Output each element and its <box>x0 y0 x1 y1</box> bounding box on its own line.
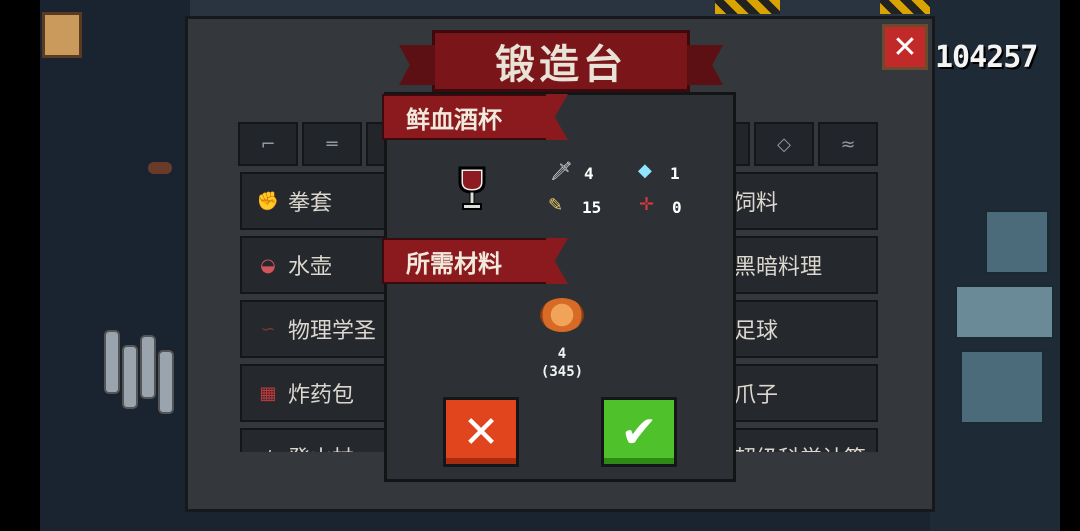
forge-title-banner: 锻造台 <box>432 30 690 92</box>
close-icon: ✕ <box>462 406 500 458</box>
hazard-stripe <box>715 0 780 14</box>
list-item-label: 水壶 <box>288 255 333 280</box>
dynamite-icon: ▦ <box>259 382 277 404</box>
meat-icon <box>540 298 584 332</box>
crit-value: 15 <box>582 198 602 217</box>
lab-machine <box>985 210 1049 274</box>
crit-feather-icon: ✎ <box>548 195 564 216</box>
gas-tank <box>104 330 120 394</box>
list-item-label: 爪子 <box>734 383 779 408</box>
list-item-label: 超级科学计算 <box>734 441 866 452</box>
rifle-icon: ═ <box>326 133 338 155</box>
energy-value: 1 <box>670 164 680 183</box>
list-item[interactable]: ✊ 拳套 <box>240 172 388 230</box>
list-item[interactable]: 爪子 <box>732 364 878 422</box>
list-item[interactable]: /登山杖 <box>240 428 388 452</box>
list-item[interactable]: ∽ 物理学圣 <box>240 300 388 358</box>
tab-fish[interactable]: ≈ <box>818 122 878 166</box>
wall-poster <box>42 12 82 58</box>
kettle-icon: ◒ <box>260 254 276 276</box>
crowbar-icon: ∽ <box>260 318 276 340</box>
lab-machine <box>955 285 1054 339</box>
list-item-label: 拳套 <box>288 191 333 216</box>
blood-goblet-icon <box>452 164 492 214</box>
forge-title: 锻造台 <box>495 42 627 88</box>
letterbox-left <box>0 0 40 531</box>
list-item[interactable]: 饲料 <box>732 172 878 230</box>
craft-popup <box>384 92 736 482</box>
tab-star[interactable]: ◇ <box>754 122 814 166</box>
score-counter: 104257 <box>935 40 1038 75</box>
material-count: 4 (345) <box>520 345 604 381</box>
gas-tank <box>140 335 156 399</box>
damage-value: 4 <box>584 164 594 183</box>
tab-rifle[interactable]: ═ <box>302 122 362 166</box>
gas-tank <box>158 350 174 414</box>
star-target-icon: ◇ <box>777 133 791 155</box>
list-item[interactable]: 超级科学计算 <box>732 428 878 452</box>
cancel-button[interactable]: ✕ <box>443 397 519 467</box>
game-scene: 104257 锻造台 ✕ ⌐ ═ ≡ – ◇ ≈ ✊拳套 ◒水壶 ∽物理学圣 ▦… <box>0 0 1080 531</box>
list-item-label: 物理学圣 <box>288 319 377 344</box>
item-name-banner: 鲜血酒杯 <box>382 94 548 140</box>
list-item-label: 足球 <box>734 319 779 344</box>
gloves-icon: ✊ <box>256 190 280 212</box>
list-item-label: 炸药包 <box>288 383 355 408</box>
close-button[interactable]: ✕ <box>882 24 928 70</box>
list-item[interactable]: ◒ 水壶 <box>240 236 388 294</box>
tab-pistol[interactable]: ⌐ <box>238 122 298 166</box>
list-item[interactable]: 黑暗料理 <box>732 236 878 294</box>
energy-crystal-icon: ◆ <box>638 160 652 181</box>
list-item-label: 饲料 <box>734 191 779 216</box>
confirm-button[interactable]: ✔ <box>601 397 677 467</box>
check-icon: ✔ <box>620 406 658 458</box>
lab-machine <box>960 350 1044 424</box>
materials-title: 所需材料 <box>406 249 502 278</box>
letterbox-right <box>1060 0 1080 531</box>
list-item-label: 黑暗料理 <box>734 255 823 280</box>
material-owned: (345) <box>540 364 584 380</box>
materials-banner: 所需材料 <box>382 238 548 284</box>
list-item-label: 登山杖 <box>288 441 354 452</box>
pistol-icon: ⌐ <box>260 133 276 155</box>
gas-tank <box>122 345 138 409</box>
accuracy-value: 0 <box>672 198 682 217</box>
rat-enemy <box>148 162 172 174</box>
left-room <box>40 0 190 531</box>
material-required: 4 <box>557 346 567 362</box>
list-item[interactable]: 足球 <box>732 300 878 358</box>
sword-icon: 🗡 <box>550 161 573 182</box>
hazard-stripe <box>880 0 930 14</box>
accuracy-cross-icon: ✛ <box>639 194 655 215</box>
stick-icon: / <box>248 447 288 453</box>
list-item[interactable]: ▦ 炸药包 <box>240 364 388 422</box>
fish-icon: ≈ <box>840 133 856 155</box>
item-name: 鲜血酒杯 <box>406 105 502 134</box>
